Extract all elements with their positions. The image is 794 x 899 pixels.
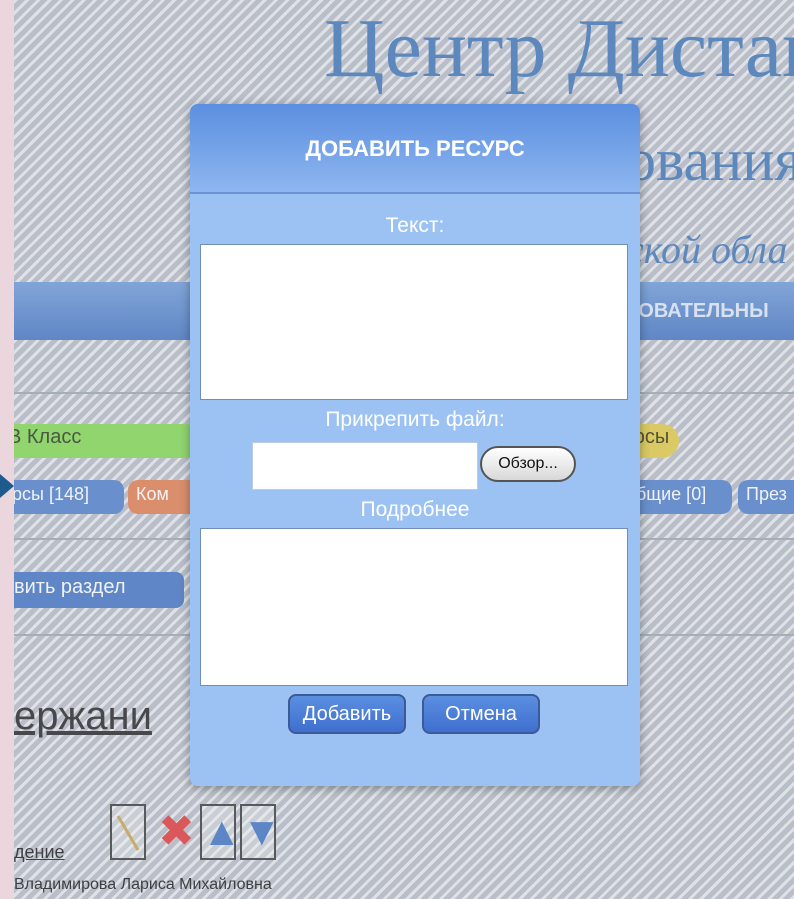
dialog-header: ДОБАВИТЬ РЕСУРС: [190, 104, 640, 194]
text-field[interactable]: [200, 244, 628, 400]
attach-file-label: Прикрепить файл:: [325, 408, 505, 431]
add-resource-dialog: ДОБАВИТЬ РЕСУРС Текст: Прикрепить файл: …: [190, 104, 640, 786]
text-label: Текст:: [385, 214, 445, 237]
slide-marker-icon: [0, 474, 14, 498]
dialog-title: ДОБАВИТЬ РЕСУРС: [305, 136, 525, 161]
file-path-field[interactable]: [252, 442, 478, 490]
details-field[interactable]: [200, 528, 628, 686]
cancel-button[interactable]: Отмена: [422, 694, 540, 734]
add-button[interactable]: Добавить: [288, 694, 406, 734]
browse-button[interactable]: Обзор...: [480, 446, 576, 482]
page-frame: Центр Дистанци ования ской обла ЗОВАТЕЛЬ…: [14, 0, 794, 899]
details-label: Подробнее: [360, 498, 470, 521]
